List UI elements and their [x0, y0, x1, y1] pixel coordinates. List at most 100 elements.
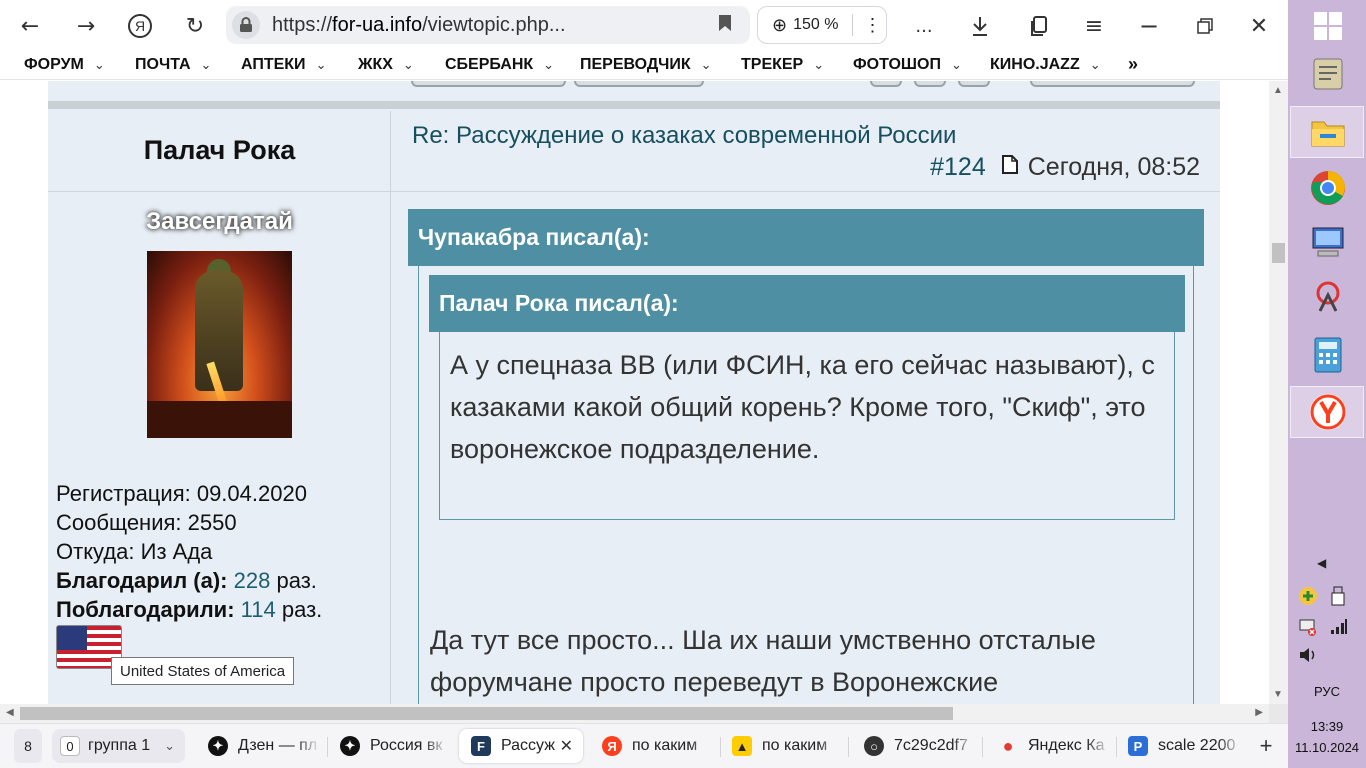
back-icon[interactable]: ← [12, 8, 48, 44]
tab-forum-active[interactable]: F Рассуж ✕ [459, 729, 583, 763]
vertical-scrollbar[interactable]: ▲ ▼ [1269, 81, 1288, 704]
lock-icon[interactable] [232, 11, 260, 39]
bookmark-tracker[interactable]: ТРЕКЕР ⌄ [741, 56, 824, 74]
tray-expand-icon[interactable]: ◀ [1317, 556, 1326, 570]
file-explorer-icon[interactable] [1308, 112, 1348, 152]
tab-group-label: группа 1 [88, 737, 151, 754]
zoom-control[interactable]: ⊕ 150 % ⋮ [757, 6, 887, 44]
bookmark-icon[interactable] [718, 14, 732, 38]
signal-icon[interactable] [1330, 617, 1348, 640]
bookmarks-bar: ФОРУМ ⌄ ПОЧТА ⌄ АПТЕКИ ⌄ ЖКХ ⌄ СБЕРБАНК ⌄ ПЕР… [0, 50, 1288, 80]
maps-pin-icon: ● [1002, 735, 1014, 756]
post-number[interactable]: #124 [930, 153, 986, 182]
update-icon[interactable] [1298, 586, 1318, 611]
minimize-icon[interactable]: − [1131, 8, 1167, 44]
thanked-count[interactable]: 228 [234, 568, 271, 593]
yandex-home-icon[interactable]: Я [122, 8, 158, 44]
clock-date[interactable]: 11.10.2024 [1288, 740, 1366, 755]
reload-icon[interactable]: ↻ [177, 8, 213, 44]
post-action-button[interactable] [1030, 81, 1195, 87]
bookmark-utilities[interactable]: ЖКХ ⌄ [358, 56, 414, 74]
bookmark-pharmacy[interactable]: АПТЕКИ ⌄ [241, 56, 326, 74]
url-text[interactable]: https://for-ua.info/viewtopic.php... [272, 14, 566, 37]
clock-time[interactable]: 13:39 [1288, 719, 1366, 734]
download-icon[interactable] [962, 8, 998, 44]
tab-zen[interactable]: ✦ Дзен — пл [200, 729, 320, 763]
windows-start-icon[interactable] [1308, 6, 1348, 46]
close-icon[interactable]: ✕ [1241, 8, 1277, 44]
new-tab-button[interactable]: + [1252, 729, 1280, 763]
yandex-browser-icon[interactable] [1308, 392, 1348, 432]
scrollbar-thumb[interactable] [20, 707, 953, 720]
network-error-icon[interactable] [1298, 617, 1318, 642]
restore-icon[interactable] [1187, 8, 1223, 44]
horizontal-scrollbar[interactable]: ◀ ▶ [0, 704, 1269, 723]
zen-icon: ✦ [208, 736, 228, 756]
bookmark-label: ПОЧТА [135, 55, 191, 73]
notepad-app-icon[interactable] [1308, 54, 1348, 94]
scroll-right-icon[interactable]: ▶ [1255, 707, 1263, 718]
snipping-tool-icon[interactable] [1308, 277, 1348, 317]
collections-icon[interactable] [1021, 8, 1057, 44]
tab-group-count: 0 [60, 736, 80, 756]
author-name[interactable]: Палач Рока [48, 135, 391, 166]
more-button[interactable]: ... [906, 8, 942, 44]
chrome-icon[interactable] [1308, 168, 1348, 208]
chevron-down-icon: ⌄ [700, 56, 712, 72]
close-tab-icon[interactable]: ✕ [560, 736, 573, 756]
post-title[interactable]: Re: Рассуждение о казаках современной Ро… [412, 122, 956, 150]
remote-desktop-icon[interactable] [1308, 222, 1348, 262]
volume-icon[interactable] [1298, 646, 1320, 669]
tab-file[interactable]: ○ 7c29c2df7 [858, 729, 976, 763]
inner-quote-text: А у спецназа ВВ (или ФСИН, ка его сейчас… [439, 332, 1175, 520]
tab-separator [1116, 737, 1117, 757]
post-action-button[interactable] [574, 81, 704, 87]
url-domain[interactable]: for-ua.info [332, 14, 422, 36]
tab-yandex-maps[interactable]: ● Яндекс Ка [990, 729, 1110, 763]
scroll-up-icon[interactable]: ▲ [1273, 85, 1283, 96]
registration-date: Регистрация: 09.04.2020 [56, 481, 307, 506]
outer-quote-body: Палач Рока писал(а): А у спецназа ВВ (ил… [418, 266, 1194, 704]
address-bar[interactable]: https://for-ua.info/viewtopic.php... [226, 6, 750, 44]
tab-bar: 8 0 группа 1 ⌄ ✦ Дзен — пл ✦ Россия вк F… [0, 723, 1288, 768]
bookmark-sberbank[interactable]: СБЕРБАНК ⌄ [445, 56, 554, 74]
tab-scale[interactable]: P scale 2200 [1122, 729, 1242, 763]
forward-icon[interactable]: → [68, 8, 104, 44]
scrollbar-thumb[interactable] [1272, 243, 1285, 263]
tab-russia[interactable]: ✦ Россия вк [332, 729, 448, 763]
post-action-button[interactable] [870, 81, 902, 87]
tab-group[interactable]: 0 группа 1 ⌄ [52, 729, 185, 763]
bookmark-kino-jazz[interactable]: КИНО.JAZZ ⌄ [990, 56, 1101, 74]
menu-icon[interactable]: ≡ [1076, 8, 1112, 44]
was-thanked-count[interactable]: 114 [241, 597, 276, 622]
input-language[interactable]: РУС [1288, 684, 1366, 699]
chevron-down-icon: ⌄ [315, 56, 327, 72]
chevron-down-icon: ⌄ [164, 738, 176, 753]
post-action-button[interactable] [914, 81, 946, 87]
zoom-menu-icon[interactable]: ⋮ [863, 15, 881, 36]
tab-label: по каким [632, 737, 698, 754]
scroll-down-icon[interactable]: ▼ [1273, 689, 1283, 700]
usb-icon[interactable] [1330, 586, 1346, 611]
thanked-label: Благодарил (а): [56, 568, 228, 593]
bookmark-label: КИНО.JAZZ [990, 55, 1080, 73]
forum-icon: F [471, 736, 491, 756]
zoom-separator [852, 14, 854, 36]
tab-yandex-search[interactable]: Я по каким [596, 729, 714, 763]
post-link-icon[interactable] [1001, 155, 1018, 180]
bookmark-forum[interactable]: ФОРУМ ⌄ [24, 56, 105, 74]
post-action-button[interactable] [411, 81, 566, 87]
scroll-left-icon[interactable]: ◀ [6, 707, 14, 718]
tab-yandex-images[interactable]: ▲ по каким [726, 729, 842, 763]
bookmark-photoshop[interactable]: ФОТОШОП ⌄ [853, 56, 962, 74]
calculator-icon[interactable] [1308, 335, 1348, 375]
bookmarks-overflow-button[interactable]: » [1128, 54, 1138, 75]
bookmark-translator[interactable]: ПЕРЕВОДЧИК ⌄ [580, 56, 712, 74]
post-date: Сегодня, 08:52 [1027, 153, 1200, 181]
post-action-button[interactable] [958, 81, 990, 87]
chevron-down-icon: ⌄ [813, 56, 825, 72]
scale-icon: P [1128, 736, 1148, 756]
tab-counter[interactable]: 8 [14, 729, 42, 763]
bookmark-mail[interactable]: ПОЧТА ⌄ [135, 56, 211, 74]
was-thanked-suffix: раз. [281, 597, 323, 622]
